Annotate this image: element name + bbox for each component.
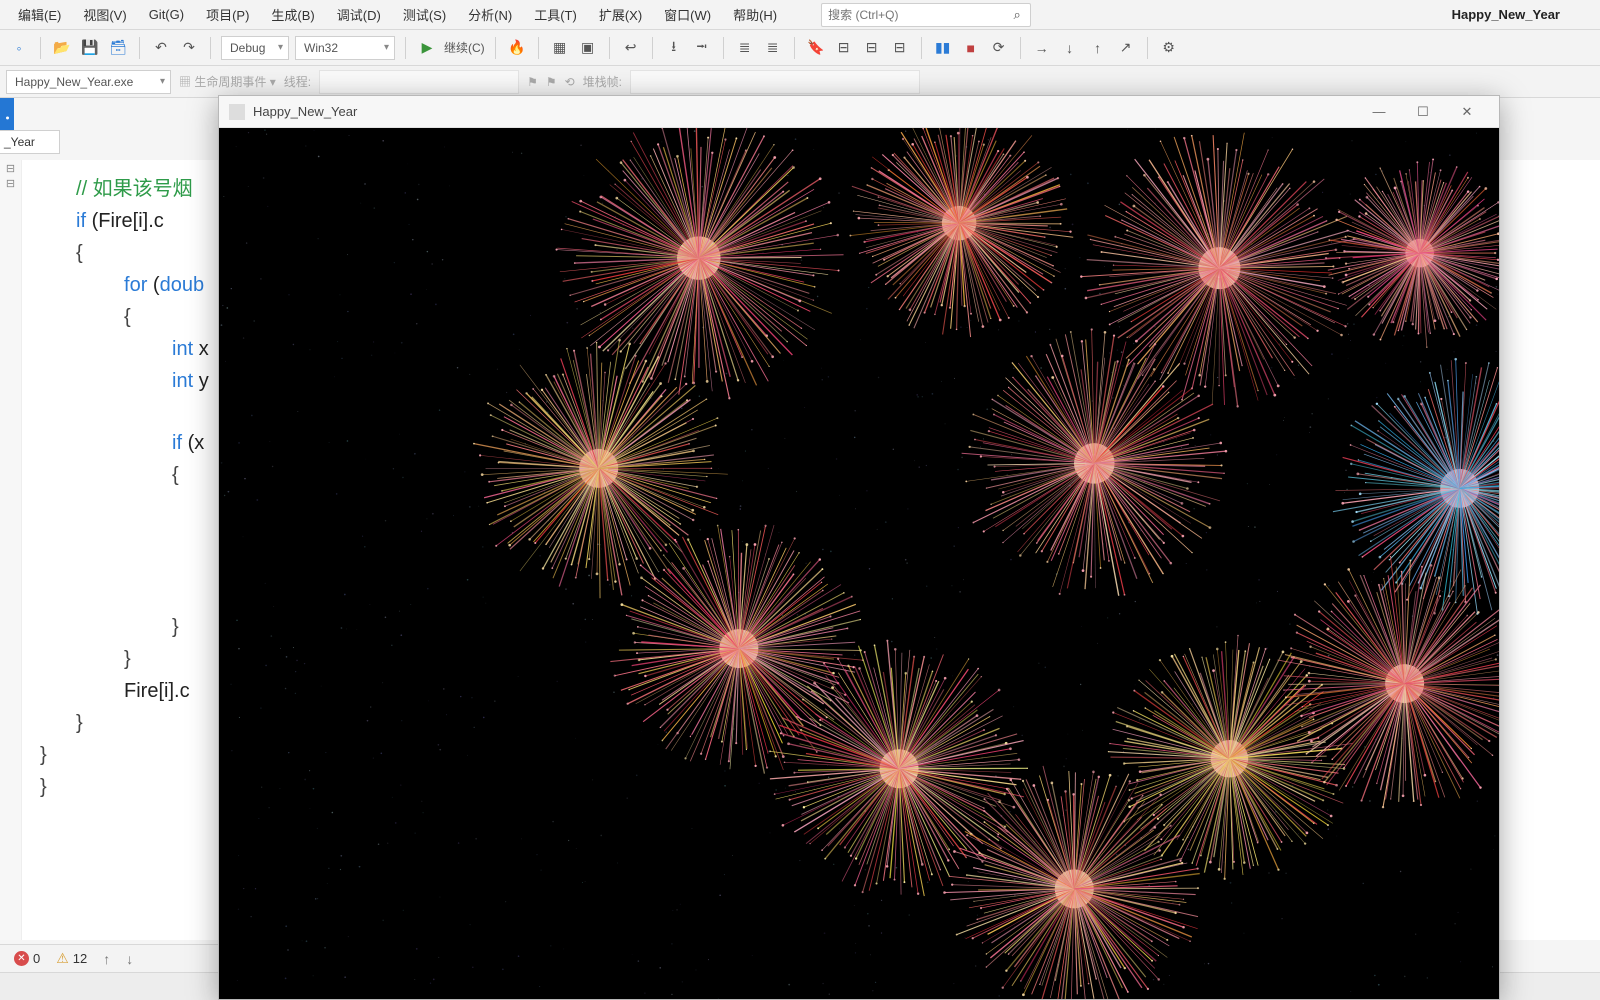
menu-analyze[interactable]: 分析(N): [458, 1, 522, 28]
minimize-button[interactable]: —: [1357, 96, 1401, 128]
output-titlebar[interactable]: Happy_New_Year — ☐ ✕: [219, 96, 1499, 128]
warning-icon: ⚠: [56, 950, 69, 967]
open-icon[interactable]: 📂: [51, 37, 73, 59]
close-button[interactable]: ✕: [1445, 96, 1489, 128]
step-arrow-3[interactable]: ↑: [1087, 37, 1109, 59]
save-all-icon[interactable]: 🗃: [107, 37, 129, 59]
menu-bar: 编辑(E) 视图(V) Git(G) 项目(P) 生成(B) 调试(D) 测试(…: [0, 0, 1600, 30]
tb-icon-4[interactable]: ≣: [734, 37, 756, 59]
menu-ext[interactable]: 扩展(X): [589, 1, 652, 28]
app-icon: [229, 104, 245, 120]
status-up-icon[interactable]: ↑: [103, 951, 110, 967]
fold-icon[interactable]: ⊟: [0, 160, 21, 175]
redo-icon[interactable]: ↷: [178, 37, 200, 59]
pause-icon[interactable]: ▮▮: [932, 37, 954, 59]
tb-icon-2[interactable]: ▣: [577, 37, 599, 59]
error-icon: ✕: [14, 951, 29, 966]
stack-field[interactable]: [630, 70, 920, 94]
tb-icon-1[interactable]: ▦: [549, 37, 571, 59]
fold-icon[interactable]: ⊟: [0, 175, 21, 190]
menu-edit[interactable]: 编辑(E): [8, 1, 71, 28]
step-over-icon[interactable]: ⭲: [691, 37, 713, 59]
maximize-button[interactable]: ☐: [1401, 96, 1445, 128]
menu-tools[interactable]: 工具(T): [524, 1, 587, 28]
menu-git[interactable]: Git(G): [139, 3, 194, 26]
output-title: Happy_New_Year: [253, 104, 357, 119]
continue-button[interactable]: ▶: [416, 37, 438, 59]
tb2-icon-2[interactable]: ⚑: [546, 75, 557, 89]
tb-icon-last[interactable]: ⚙: [1158, 37, 1180, 59]
continue-label: 继续(C): [444, 39, 485, 56]
step-into-icon[interactable]: ⭳: [663, 37, 685, 59]
tb2-icon-1[interactable]: ⚑: [527, 75, 538, 89]
process-dropdown[interactable]: Happy_New_Year.exe: [6, 70, 171, 94]
code-gutter: ⊟ ⊟: [0, 160, 22, 940]
menu-test[interactable]: 测试(S): [393, 1, 456, 28]
tb-icon-3[interactable]: ↩: [620, 37, 642, 59]
debug-toolbar: Happy_New_Year.exe ▦ 生命周期事件 ▾ 线程: ⚑ ⚑ ⟲ …: [0, 66, 1600, 98]
step-arrow-1[interactable]: →: [1031, 37, 1053, 59]
tb-icon-6[interactable]: ⊟: [833, 37, 855, 59]
step-arrow-4[interactable]: ↗: [1115, 37, 1137, 59]
search-icon: ⌕: [1010, 7, 1024, 23]
status-down-icon[interactable]: ↓: [126, 951, 133, 967]
tb2-icon-3[interactable]: ⟲: [565, 75, 575, 89]
output-window: Happy_New_Year — ☐ ✕: [218, 95, 1500, 1000]
tb-icon-8[interactable]: ⊟: [889, 37, 911, 59]
menu-project[interactable]: 项目(P): [196, 1, 259, 28]
bookmark-icon[interactable]: 🔖: [805, 37, 827, 59]
step-arrow-2[interactable]: ↓: [1059, 37, 1081, 59]
stop-icon[interactable]: ■: [960, 37, 982, 59]
menu-help[interactable]: 帮助(H): [723, 1, 787, 28]
menu-window[interactable]: 窗口(W): [654, 1, 721, 28]
hot-reload-icon[interactable]: 🔥: [506, 37, 528, 59]
search-input[interactable]: [828, 8, 1010, 22]
menu-view[interactable]: 视图(V): [73, 1, 136, 28]
restart-icon[interactable]: ⟳: [988, 37, 1010, 59]
undo-icon[interactable]: ↶: [150, 37, 172, 59]
tb-icon-5[interactable]: ≣: [762, 37, 784, 59]
document-tab[interactable]: _Year: [0, 130, 60, 154]
search-box[interactable]: ⌕: [821, 3, 1031, 27]
save-icon[interactable]: 💾: [79, 37, 101, 59]
config-dropdown[interactable]: Debug: [221, 36, 289, 60]
main-toolbar: ◦ 📂 💾 🗃 ↶ ↷ Debug Win32 ▶ 继续(C) 🔥 ▦ ▣ ↩ …: [0, 30, 1600, 66]
menu-debug[interactable]: 调试(D): [327, 1, 391, 28]
nav-back-icon[interactable]: ◦: [8, 37, 30, 59]
warning-count[interactable]: ⚠ 12: [56, 950, 87, 967]
fireworks-canvas: [219, 128, 1499, 999]
thread-label: 线程:: [284, 73, 311, 90]
error-count[interactable]: ✕ 0: [14, 951, 40, 966]
platform-dropdown[interactable]: Win32: [295, 36, 395, 60]
lifecycle-label: ▦ 生命周期事件 ▾: [179, 73, 276, 90]
menu-build[interactable]: 生成(B): [261, 1, 324, 28]
stack-label: 堆栈帧:: [583, 73, 622, 90]
status-bar: ✕ 0 ⚠ 12 ↑ ↓: [0, 944, 220, 972]
thread-field[interactable]: [319, 70, 519, 94]
tb-icon-7[interactable]: ⊟: [861, 37, 883, 59]
solution-title: Happy_New_Year: [1452, 7, 1560, 22]
code-text: // 如果该号烟 if (Fire[i].c { for (doub { int…: [40, 174, 209, 804]
